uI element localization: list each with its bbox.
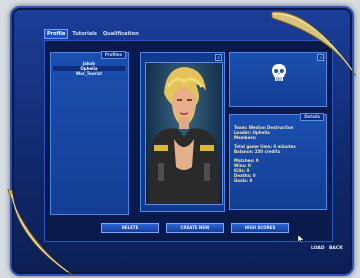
content-area: Profiles Jakob Ophelia War_Tourist × × D… <box>44 40 333 242</box>
goals-count: Goals: 0 <box>234 178 253 183</box>
load-button[interactable]: LOAD <box>311 246 325 251</box>
tab-profile[interactable]: Profile <box>44 29 69 39</box>
character-portrait <box>145 62 223 205</box>
tab-tutorials[interactable]: Tutorials <box>70 29 99 39</box>
team-logo-panel: × <box>229 52 327 107</box>
character-portrait-image <box>148 67 220 204</box>
close-icon[interactable]: × <box>215 54 222 61</box>
tab-qualification[interactable]: Qualification <box>101 29 141 39</box>
tab-bar: Profile Tutorials Qualification <box>44 29 141 39</box>
details-header: Details <box>300 113 324 121</box>
window-title <box>132 9 252 15</box>
create-new-button[interactable]: CREATE NEW <box>166 223 224 233</box>
profiles-panel: Profiles Jakob Ophelia War_Tourist <box>50 51 129 215</box>
profile-item-war-tourist[interactable]: War_Tourist <box>53 71 125 76</box>
high-scores-button[interactable]: HIGH SCORES <box>231 223 289 233</box>
delete-button[interactable]: DELETE <box>101 223 159 233</box>
profiles-header: Profiles <box>100 51 126 59</box>
close-icon[interactable]: × <box>317 54 324 61</box>
details-panel: Details Team: Weston Destruction Leader:… <box>229 113 327 210</box>
profiles-list: Jakob Ophelia War_Tourist <box>53 61 125 76</box>
details-text: Team: Weston Destruction Leader: Ophelia… <box>234 125 307 183</box>
back-button[interactable]: BACK <box>329 246 343 251</box>
skull-icon <box>272 64 286 81</box>
